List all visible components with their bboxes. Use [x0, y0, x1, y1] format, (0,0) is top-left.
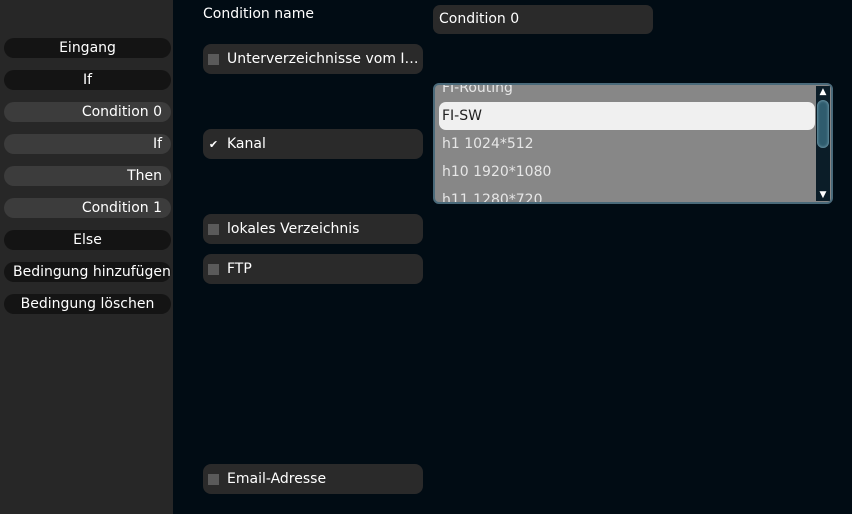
sidebar-item-if[interactable]: If: [4, 70, 171, 90]
add-condition-button[interactable]: Bedingung hinzufügen: [4, 262, 171, 282]
checkbox-icon[interactable]: [208, 53, 219, 65]
list-item[interactable]: h11 1280*720: [439, 186, 815, 202]
sidebar: Eingang If Condition 0 If Then Condition…: [0, 0, 173, 514]
channel-label: Kanal: [227, 136, 266, 152]
subdirectories-checkbox-row[interactable]: Unterverzeichnisse vom Im...: [203, 44, 423, 74]
scroll-up-icon[interactable]: ▲: [816, 86, 830, 98]
sidebar-item-condition-0[interactable]: Condition 0: [4, 102, 171, 122]
checkbox-icon[interactable]: [208, 473, 219, 485]
checkbox-icon[interactable]: [208, 263, 219, 275]
delete-condition-button[interactable]: Bedingung löschen: [4, 294, 171, 314]
local-directory-label: lokales Verzeichnis: [227, 221, 360, 237]
sidebar-item-eingang[interactable]: Eingang: [4, 38, 171, 58]
checkbox-icon[interactable]: [208, 223, 219, 235]
listbox-scrollbar[interactable]: ▲ ▼: [816, 86, 830, 201]
channel-checkbox-row[interactable]: ✔ Kanal: [203, 129, 423, 159]
list-item[interactable]: h10 1920*1080: [439, 158, 815, 186]
sidebar-item-then[interactable]: Then: [4, 166, 171, 186]
sidebar-item-if-nested[interactable]: If: [4, 134, 171, 154]
sidebar-item-else[interactable]: Else: [4, 230, 171, 250]
list-item[interactable]: h1 1024*512: [439, 130, 815, 158]
subdirectories-label: Unterverzeichnisse vom Im...: [227, 51, 422, 67]
scroll-thumb[interactable]: [817, 100, 829, 148]
sidebar-item-condition-1[interactable]: Condition 1: [4, 198, 171, 218]
scroll-down-icon[interactable]: ▼: [816, 189, 830, 201]
local-directory-checkbox-row[interactable]: lokales Verzeichnis: [203, 214, 423, 244]
condition-name-input[interactable]: Condition 0: [433, 5, 653, 34]
condition-name-label: Condition name: [203, 6, 314, 22]
ftp-label: FTP: [227, 261, 252, 277]
list-item[interactable]: FI-Routing: [439, 85, 815, 102]
email-label: Email-Adresse: [227, 471, 327, 487]
checkmark-icon[interactable]: ✔: [208, 139, 219, 150]
email-checkbox-row[interactable]: Email-Adresse: [203, 464, 423, 494]
ftp-checkbox-row[interactable]: FTP: [203, 254, 423, 284]
list-item-selected[interactable]: FI-SW: [439, 102, 815, 130]
channel-listbox[interactable]: FI-Routing FI-SW h1 1024*512 h10 1920*10…: [433, 83, 833, 204]
